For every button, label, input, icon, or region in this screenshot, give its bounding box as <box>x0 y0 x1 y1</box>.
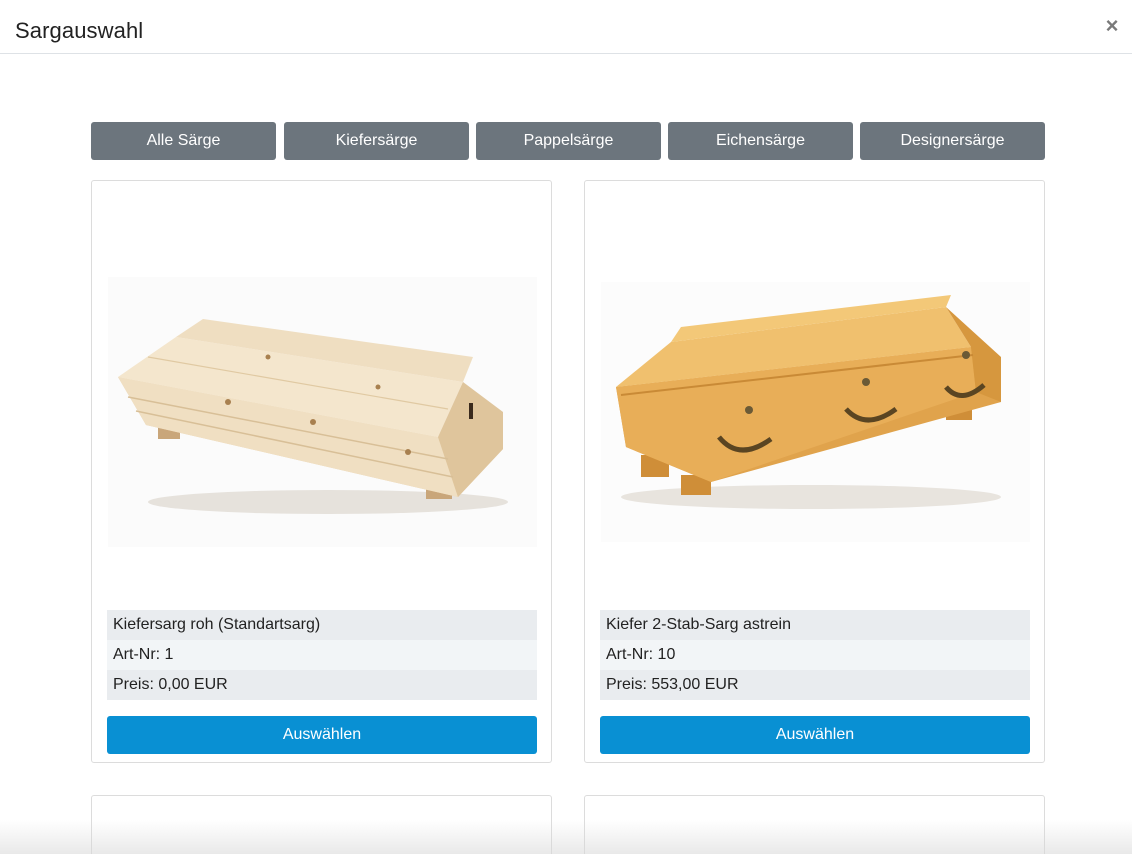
product-price: Preis: 0,00 EUR <box>107 670 537 700</box>
category-filter-bar: Alle Särge Kiefersärge Pappelsärge Eiche… <box>91 122 1045 160</box>
filter-pine-coffins-button[interactable]: Kiefersärge <box>284 122 469 160</box>
coffin-image <box>108 277 537 547</box>
product-info-table: Kiefer 2-Stab-Sarg astrein Art-Nr: 10 Pr… <box>600 610 1030 700</box>
filter-all-coffins-button[interactable]: Alle Särge <box>91 122 276 160</box>
product-card: Kiefer 2-Stab-Sarg astrein Art-Nr: 10 Pr… <box>584 180 1045 763</box>
filter-poplar-coffins-button[interactable]: Pappelsärge <box>476 122 661 160</box>
filter-oak-coffins-button[interactable]: Eichensärge <box>668 122 853 160</box>
product-info-table: Kiefersarg roh (Standartsarg) Art-Nr: 1 … <box>107 610 537 700</box>
product-card-partial <box>584 795 1045 854</box>
modal-title: Sargauswahl <box>15 18 144 43</box>
product-card-partial <box>91 795 552 854</box>
product-name: Kiefersarg roh (Standartsarg) <box>107 610 537 640</box>
select-button[interactable]: Auswählen <box>107 716 537 754</box>
product-price: Preis: 553,00 EUR <box>600 670 1030 700</box>
product-name: Kiefer 2-Stab-Sarg astrein <box>600 610 1030 640</box>
close-icon[interactable]: × <box>1104 15 1120 37</box>
product-card: Kiefersarg roh (Standartsarg) Art-Nr: 1 … <box>91 180 552 763</box>
modal-header: Sargauswahl × <box>0 0 1132 54</box>
select-button[interactable]: Auswählen <box>600 716 1030 754</box>
filter-designer-coffins-button[interactable]: Designersärge <box>860 122 1045 160</box>
coffin-image <box>601 282 1030 542</box>
product-article-number: Art-Nr: 10 <box>600 640 1030 670</box>
product-article-number: Art-Nr: 1 <box>107 640 537 670</box>
